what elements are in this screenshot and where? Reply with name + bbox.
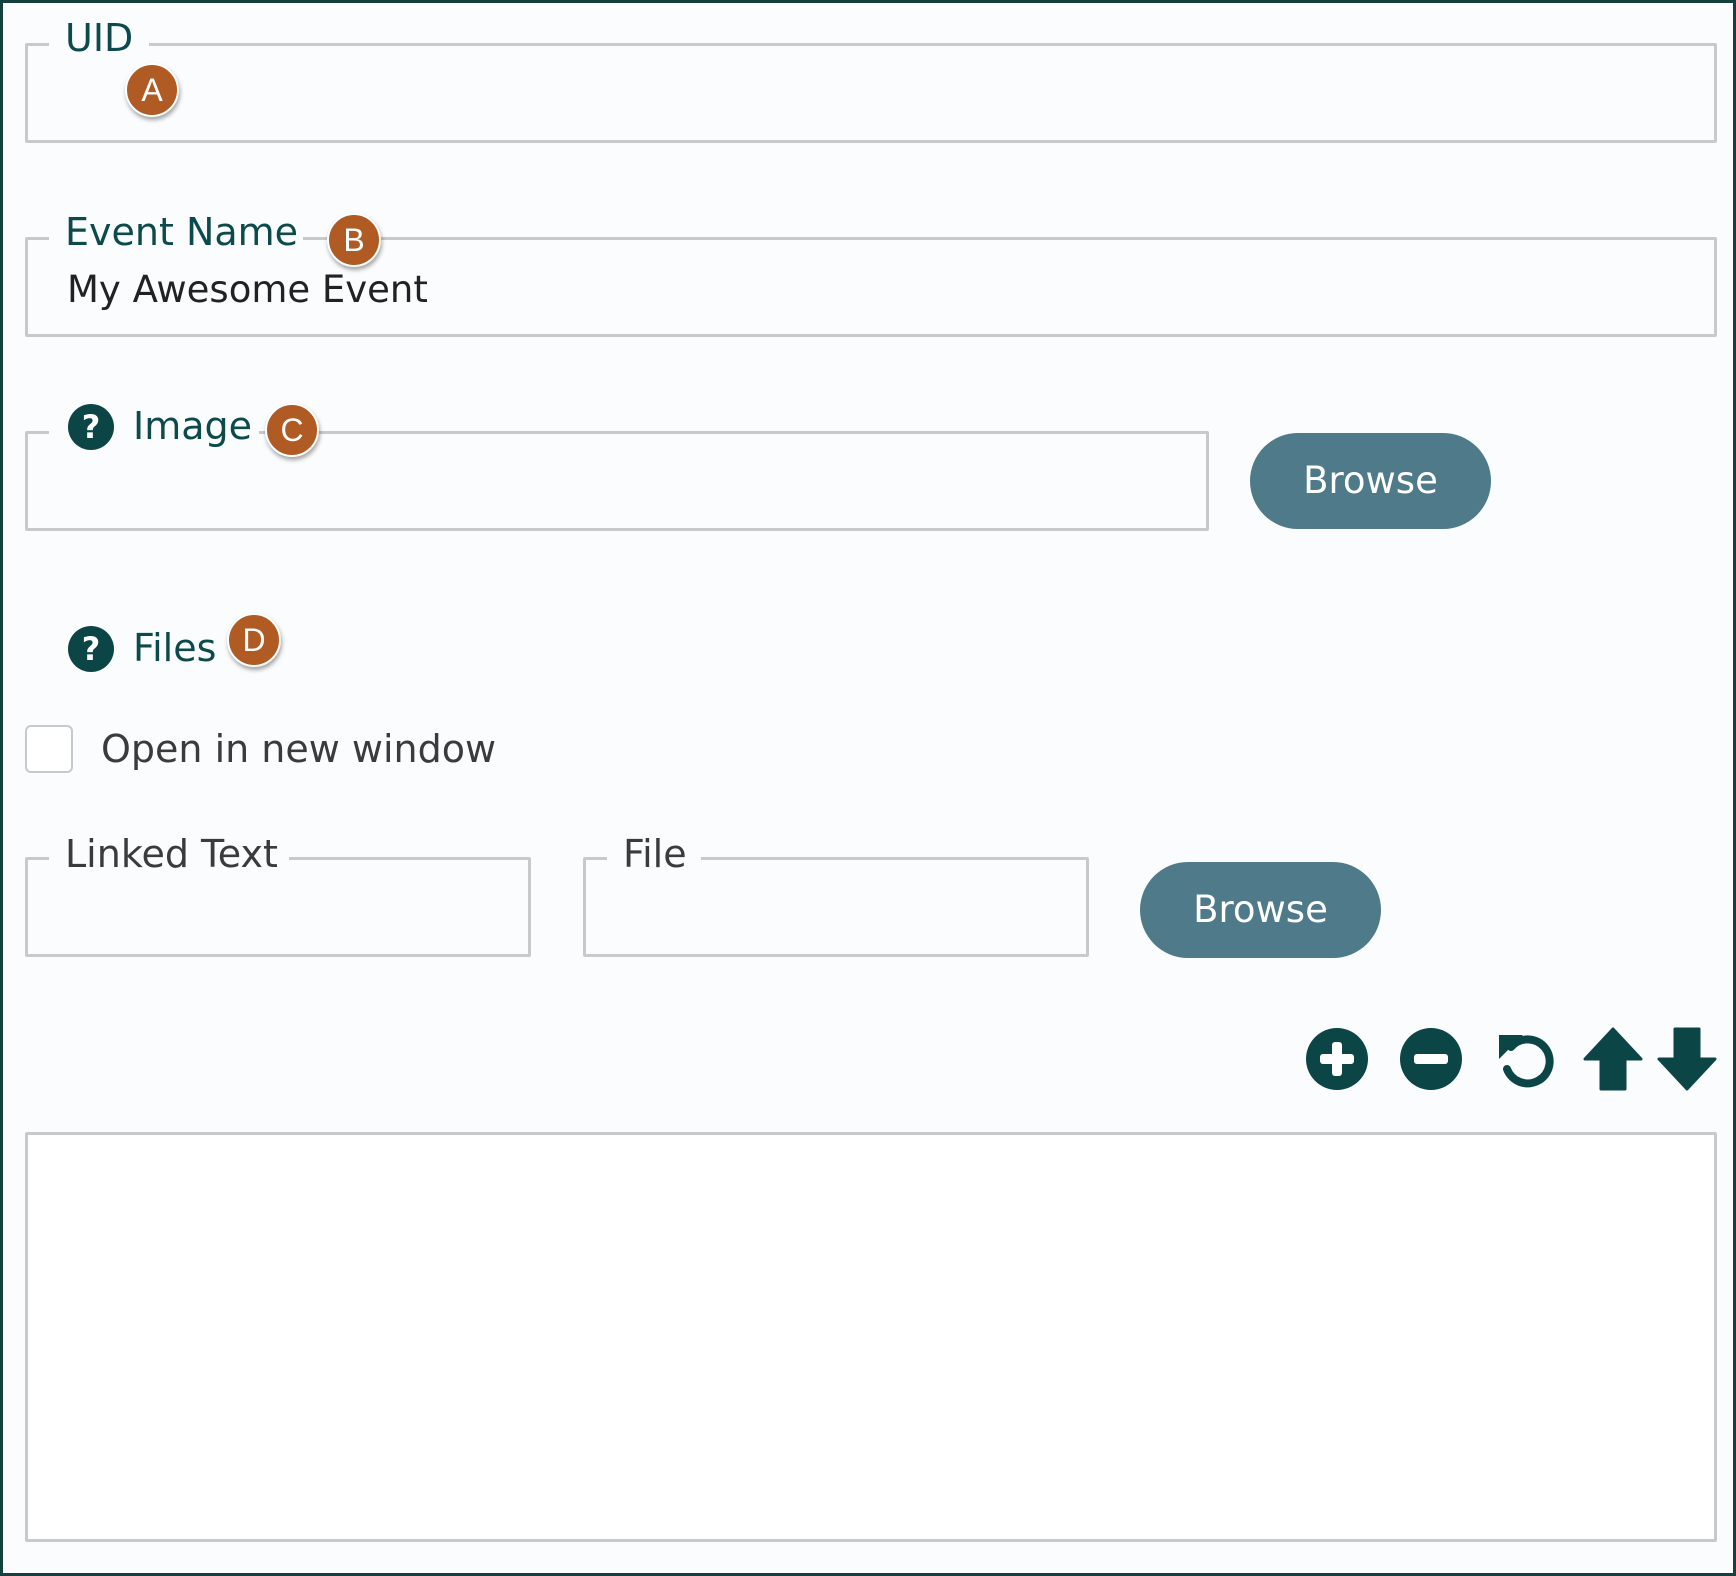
minus-circle-icon[interactable] xyxy=(1399,1027,1463,1091)
event-form: UID A Event Name B My Awesome Event ? Im… xyxy=(0,0,1736,1576)
uid-field[interactable] xyxy=(25,43,1717,143)
linked-text-label: Linked Text xyxy=(65,832,278,876)
open-new-window-label: Open in new window xyxy=(101,727,497,771)
file-label: File xyxy=(623,832,687,876)
arrow-up-icon[interactable] xyxy=(1583,1027,1643,1091)
uid-label: UID xyxy=(65,16,134,60)
callout-c: C xyxy=(265,403,319,457)
open-new-window-checkbox[interactable] xyxy=(25,725,73,773)
callout-a: A xyxy=(125,63,179,117)
svg-text:?: ? xyxy=(82,408,101,446)
arrow-down-icon[interactable] xyxy=(1657,1027,1717,1091)
event-name-label: Event Name xyxy=(65,210,299,254)
callout-d: D xyxy=(227,613,281,667)
help-icon[interactable]: ? xyxy=(67,625,115,673)
image-label: Image xyxy=(133,404,253,448)
file-browse-button[interactable]: Browse xyxy=(1140,862,1381,958)
help-icon[interactable]: ? xyxy=(67,403,115,451)
plus-circle-icon[interactable] xyxy=(1305,1027,1369,1091)
files-label: Files xyxy=(133,626,217,670)
image-browse-button[interactable]: Browse xyxy=(1250,433,1491,529)
svg-text:?: ? xyxy=(82,630,101,668)
files-list[interactable] xyxy=(25,1132,1717,1542)
event-name-value: My Awesome Event xyxy=(67,268,428,311)
callout-b: B xyxy=(327,213,381,267)
undo-icon[interactable] xyxy=(1493,1027,1557,1091)
